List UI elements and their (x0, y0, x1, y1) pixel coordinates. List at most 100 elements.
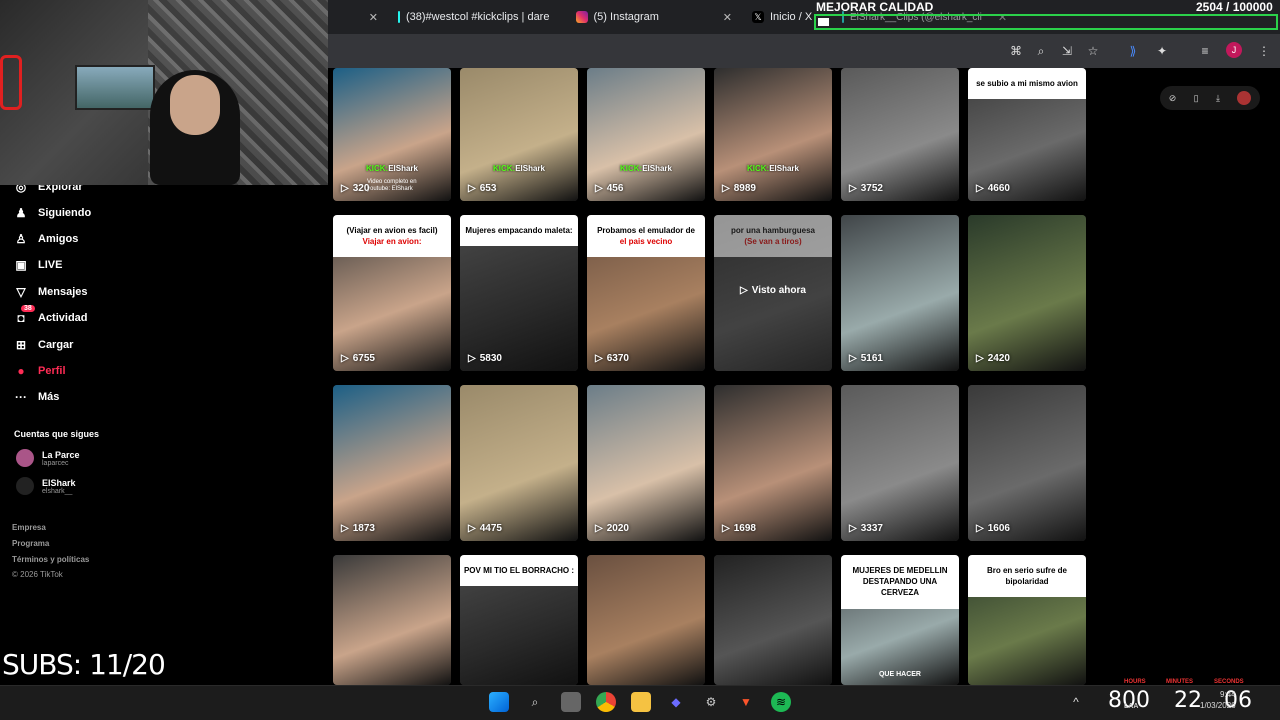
x-logo-icon: 𝕏 (752, 11, 764, 23)
caption-text: por una hamburguesa (730, 226, 815, 235)
chrome-icon[interactable] (596, 692, 616, 712)
sidebar-item-more[interactable]: ··· Más (14, 390, 59, 404)
video-card[interactable]: ▷ 5161 (841, 215, 959, 371)
timer-minutes: 22 (1174, 688, 1202, 713)
close-icon[interactable]: ✕ (369, 11, 378, 24)
sidebar-item-label: Perfil (38, 365, 66, 377)
phone-icon[interactable]: ▯ (1194, 93, 1199, 104)
video-card[interactable]: ▷ 1698 (714, 385, 832, 541)
tab-label: (38)#westcol #kickclips | dare (406, 11, 550, 23)
video-card[interactable]: POV MI TIO EL BORRACHO : (460, 555, 578, 685)
caption-highlight: el pais vecino (619, 237, 673, 247)
play-icon: ▷ (595, 353, 603, 364)
notification-badge: 38 (21, 305, 35, 312)
video-card[interactable]: ▷ 2420 (968, 215, 1086, 371)
menu-icon[interactable]: ⋮ (1256, 43, 1272, 59)
video-card[interactable]: MUJERES DE MEDELLIN DESTAPANDO UNA CERVE… (841, 555, 959, 685)
video-card[interactable]: ▷ 3337 (841, 385, 959, 541)
search-icon[interactable]: ⌕ (525, 692, 545, 712)
profile-avatar[interactable]: J (1226, 42, 1242, 58)
sidebar-item-activity[interactable]: ◘ 38 Actividad (14, 305, 88, 325)
following-account[interactable]: La Parce laparcec (16, 449, 80, 467)
system-clock: 9:44 1/03/2026 (1200, 689, 1236, 711)
goal-title: MEJORAR CALIDAD (816, 0, 934, 14)
video-card[interactable]: ▷ 1606 (968, 385, 1086, 541)
spotify-icon[interactable]: ≋ (771, 692, 791, 712)
sidebar-item-label: Mensajes (38, 286, 88, 298)
video-card[interactable]: se subio a mi mismo avion ▷ 4660 (968, 68, 1086, 201)
account-handle: laparcec (42, 459, 69, 467)
windows-start-icon[interactable] (489, 692, 509, 712)
sidebar-item-following[interactable]: ♟ Siguiendo (14, 206, 92, 220)
discord-icon[interactable]: ⚙ (701, 692, 721, 712)
play-icon: ▷ (849, 183, 857, 194)
extension-icon[interactable]: ⟫ (1125, 43, 1141, 59)
play-icon: ▷ (468, 523, 476, 534)
app-icon[interactable]: ◆ (666, 692, 686, 712)
video-thumbnail (714, 68, 832, 201)
kick-channel: ElShark (642, 164, 672, 173)
settings-icon[interactable]: ⊘ (1169, 93, 1177, 104)
view-count-value: 6370 (606, 353, 629, 364)
sidebar-item-profile[interactable]: ● Perfil (14, 364, 66, 378)
user-avatar[interactable] (1237, 91, 1252, 105)
video-card[interactable] (714, 555, 832, 685)
footer-program[interactable]: Programa (12, 539, 49, 548)
install-icon[interactable]: ⇲ (1059, 43, 1075, 59)
video-card[interactable]: Mujeres empacando maleta: ▷ 5830 (460, 215, 578, 371)
video-card[interactable]: (Viajar en avion es facil) Viajar en avio… (333, 215, 451, 371)
tab-blank[interactable]: ✕ (328, 0, 388, 34)
translate-icon[interactable]: ⌘ (1008, 43, 1024, 59)
media-icon[interactable]: ≡ (1197, 43, 1213, 59)
bookmark-star-icon[interactable]: ☆ (1085, 43, 1101, 59)
video-card[interactable]: KICK:ElShark ▷ 653 (460, 68, 578, 201)
download-icon[interactable]: ⤓ (1216, 93, 1220, 104)
caption-highlight: Viajar en avion: (362, 237, 422, 247)
following-account[interactable]: ElShark elshark__ (16, 477, 76, 495)
video-card[interactable] (333, 555, 451, 685)
footer-terms[interactable]: Términos y políticas (12, 555, 89, 564)
play-icon: ▷ (595, 523, 603, 534)
video-card[interactable]: KICK:ElShark ▷ 8989 (714, 68, 832, 201)
sidebar-item-messages[interactable]: ▽ Mensajes (14, 285, 88, 299)
view-count: ▷ 3337 (849, 523, 883, 534)
video-card[interactable]: por una hamburguesa (Se van a tiros) ▷ Vist… (714, 215, 832, 371)
subs-counter: SUBS: 11/20 (2, 648, 166, 681)
footer-company[interactable]: Empresa (12, 523, 46, 532)
view-count: ▷ 5161 (849, 353, 883, 364)
sidebar-item-label: Amigos (38, 233, 79, 245)
video-card[interactable]: ▷ 2020 (587, 385, 705, 541)
sidebar-item-upload[interactable]: ⊞ Cargar (14, 338, 74, 352)
tab-instagram[interactable]: (5) Instagram ✕ (566, 0, 742, 34)
goal-progress-bar (814, 14, 1278, 30)
video-card[interactable]: Bro en serio sufre de bipolaridad (968, 555, 1086, 685)
video-card[interactable]: ▷ 1873 (333, 385, 451, 541)
task-view-icon[interactable] (561, 692, 581, 712)
friends-icon: ♙ (15, 232, 27, 246)
video-card[interactable]: KICK:ElShark ▷ 456 (587, 68, 705, 201)
view-count-value: 1873 (352, 523, 375, 534)
video-caption: (Viajar en avion es facil) Viajar en avio… (333, 215, 451, 258)
tab-tiktok-westcol[interactable]: (38)#westcol #kickclips | dare ✕ (388, 0, 566, 34)
video-card[interactable]: ▷ 4475 (460, 385, 578, 541)
video-thumbnail (587, 68, 705, 201)
close-icon[interactable]: ✕ (723, 11, 732, 24)
video-card[interactable]: KICK:ElShark Video completo en youtube: E… (333, 68, 451, 201)
puzzle-icon[interactable]: ✦ (1154, 43, 1170, 59)
kick-channel: ElShark (388, 164, 418, 173)
tray-chevron-icon[interactable]: ^ (1066, 692, 1086, 712)
video-thumbnail (333, 385, 451, 541)
sidebar-item-label: Siguiendo (38, 207, 92, 219)
zoom-icon[interactable]: ⌕ (1033, 43, 1049, 59)
video-card[interactable] (587, 555, 705, 685)
file-explorer-icon[interactable] (631, 692, 651, 712)
play-icon: ▷ (468, 183, 476, 194)
system-date: 1/03/2026 (1200, 701, 1236, 711)
sidebar-item-live[interactable]: ▣ LIVE (14, 258, 62, 272)
video-card[interactable]: ▷ 3752 (841, 68, 959, 201)
video-caption: por una hamburguesa (Se van a tiros) (714, 215, 832, 258)
view-count-value: 1606 (987, 523, 1010, 534)
video-card[interactable]: Probamos el emulador de el pais vecino ▷ 63… (587, 215, 705, 371)
sidebar-item-friends[interactable]: ♙ Amigos (14, 232, 79, 246)
brave-icon[interactable]: ▼ (736, 692, 756, 712)
